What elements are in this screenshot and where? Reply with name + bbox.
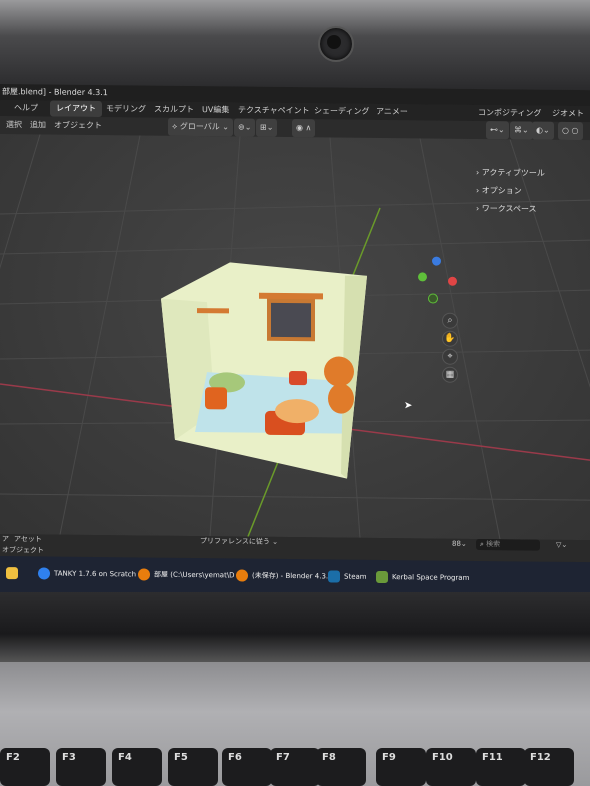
preference-dropdown[interactable]: プリファレンスに従う ⌄ (200, 536, 278, 548)
tab-sculpt[interactable]: スカルプト (154, 102, 194, 118)
taskbar-item-label: (未保存) - Blender 4.3.1 (252, 571, 333, 581)
shading-toggle-icon[interactable]: ◐⌄ (532, 121, 554, 140)
key-label: F8 (322, 752, 336, 763)
key-label: F6 (228, 752, 242, 763)
zoom-icon[interactable]: ⌕ (442, 312, 458, 329)
webcam-lens (327, 35, 341, 49)
key-f3[interactable]: F3 (56, 748, 106, 786)
sidebar-item-label: アクティブツール (481, 168, 545, 178)
key-f5[interactable]: F5 (168, 748, 218, 786)
status-left-bottom: オブジェクト (2, 546, 44, 555)
status-left-top: ア (2, 535, 9, 544)
taskbar-item-label: Kerbal Space Program (392, 573, 470, 582)
key-f2[interactable]: F2 (0, 748, 50, 786)
tab-animation[interactable]: アニメー (376, 104, 408, 120)
chair (205, 387, 227, 410)
key-f8[interactable]: F8 (316, 748, 366, 786)
search-input[interactable]: ⌕ 検索 (476, 538, 540, 551)
key-f11[interactable]: F11 (476, 748, 526, 786)
select-menu[interactable]: 選択 (6, 116, 22, 134)
key-f10[interactable]: F10 (426, 748, 476, 786)
taskbar-item-tanky[interactable]: TANKY 1.7.6 on Scratch (38, 564, 136, 583)
taskbar-item-kerbal[interactable]: Kerbal Space Program (376, 568, 469, 587)
pan-hand-icon[interactable]: ✋ (442, 330, 458, 347)
camera-view-icon[interactable]: ⌖ (442, 348, 458, 365)
key-label: F3 (62, 752, 76, 763)
edge-icon (38, 567, 50, 580)
filter-icon[interactable]: ▽⌄ (556, 540, 567, 551)
taskbar-item-steam[interactable]: Steam (328, 567, 367, 585)
solid-shading-icon[interactable]: ○ ○ (558, 121, 583, 141)
wall-shelf (197, 308, 229, 314)
sidebar-item-workspace[interactable]: › ワークスペース (476, 203, 545, 215)
laptop-screen: 部屋.blend] - Blender 4.3.1 ヘルプ レイアウト モデリン… (0, 84, 590, 599)
bear-body (328, 383, 354, 414)
key-label: F4 (118, 752, 132, 763)
taskbar-item-label: TANKY 1.7.6 on Scratch (54, 569, 137, 579)
chevron-down-icon: ⌄ (269, 537, 278, 546)
pivot-point-icon[interactable]: ⊚⌄ (234, 118, 256, 137)
key-f6[interactable]: F6 (222, 748, 272, 786)
red-stool (289, 371, 307, 386)
preference-label: プリファレンスに従う (200, 537, 270, 546)
overlay-toggle-icon[interactable]: ⌘⌄ (510, 121, 533, 140)
key-label: F12 (530, 752, 551, 763)
mouse-cursor-icon: ➤ (404, 400, 413, 412)
globe-icon: ⟡ (172, 121, 180, 131)
asset-label[interactable]: アセット (14, 534, 42, 545)
tab-shading[interactable]: シェーディング (314, 103, 369, 120)
room-model[interactable] (155, 262, 395, 485)
sidebar-panel: › アクティブツール › オプション › ワークスペース (476, 167, 545, 215)
tab-uv-editing[interactable]: UV編集 (202, 102, 229, 118)
sidebar-item-active-tool[interactable]: › アクティブツール (476, 167, 545, 179)
key-label: F7 (276, 752, 290, 763)
blender-icon (236, 569, 248, 582)
chevron-down-icon: ⌄ (219, 122, 230, 132)
key-f12[interactable]: F12 (524, 748, 574, 786)
gizmo-x-axis[interactable] (448, 276, 457, 286)
taskbar-item-label: 部屋 (C:\Users\yemat\D (154, 570, 235, 580)
proportional-edit-icon[interactable]: ◉ ∧ (292, 119, 316, 138)
key-label: F5 (174, 752, 188, 763)
grid-view-icon[interactable]: ▦ (442, 366, 458, 383)
key-f4[interactable]: F4 (112, 748, 162, 786)
window-valance (259, 292, 323, 300)
key-f9[interactable]: F9 (376, 748, 426, 786)
menu-help[interactable]: ヘルプ (14, 100, 38, 116)
laptop-top-bezel (0, 0, 590, 90)
sidebar-item-options[interactable]: › オプション (476, 185, 545, 197)
kerbal-icon (376, 570, 388, 584)
3d-viewport[interactable]: ⌕ ✋ ⌖ ▦ › アクティブツール › オプション › ワークスペース ➤ (0, 134, 590, 541)
taskbar-item-label: Steam (344, 572, 367, 581)
tab-layout[interactable]: レイアウト (50, 100, 102, 118)
sidebar-item-label: オプション (481, 186, 522, 196)
transform-orientation-label: グローバル (179, 121, 220, 132)
key-f7[interactable]: F7 (270, 748, 320, 786)
tab-texture-paint[interactable]: テクスチャペイント (238, 102, 310, 119)
blender-icon (138, 568, 150, 581)
key-label: F2 (6, 752, 20, 763)
tab-modeling[interactable]: モデリング (106, 101, 146, 117)
tab-compositing[interactable]: コンポジティング (478, 105, 542, 122)
object-menu[interactable]: オブジェクト (54, 117, 102, 136)
transform-orientation-dropdown[interactable]: ⟡ グローバル ⌄ (168, 117, 234, 137)
file-explorer-icon[interactable] (6, 564, 22, 582)
key-label: F9 (382, 752, 396, 763)
view-options-icon[interactable]: 88⌄ (452, 539, 467, 550)
gizmo-z-axis[interactable] (432, 256, 441, 266)
snap-icon[interactable]: ⊞⌄ (256, 118, 278, 137)
search-placeholder: 検索 (486, 540, 501, 549)
taskbar-item-blender-unsaved[interactable]: (未保存) - Blender 4.3.1 (236, 566, 333, 585)
viewport-gizmo-toggle-icon[interactable]: ⊷⌄ (486, 121, 509, 140)
taskbar-item-blender-room[interactable]: 部屋 (C:\Users\yemat\D (138, 565, 235, 584)
window-glass (271, 302, 311, 338)
steam-icon (328, 570, 340, 583)
add-menu[interactable]: 追加 (30, 116, 46, 134)
gizmo-y-axis[interactable] (418, 272, 427, 282)
laptop-bottom-bezel (0, 592, 590, 662)
key-label: F11 (482, 752, 503, 763)
sidebar-item-label: ワークスペース (481, 204, 537, 214)
key-label: F10 (432, 752, 453, 763)
gizmo-neg-y-axis[interactable] (428, 293, 438, 304)
